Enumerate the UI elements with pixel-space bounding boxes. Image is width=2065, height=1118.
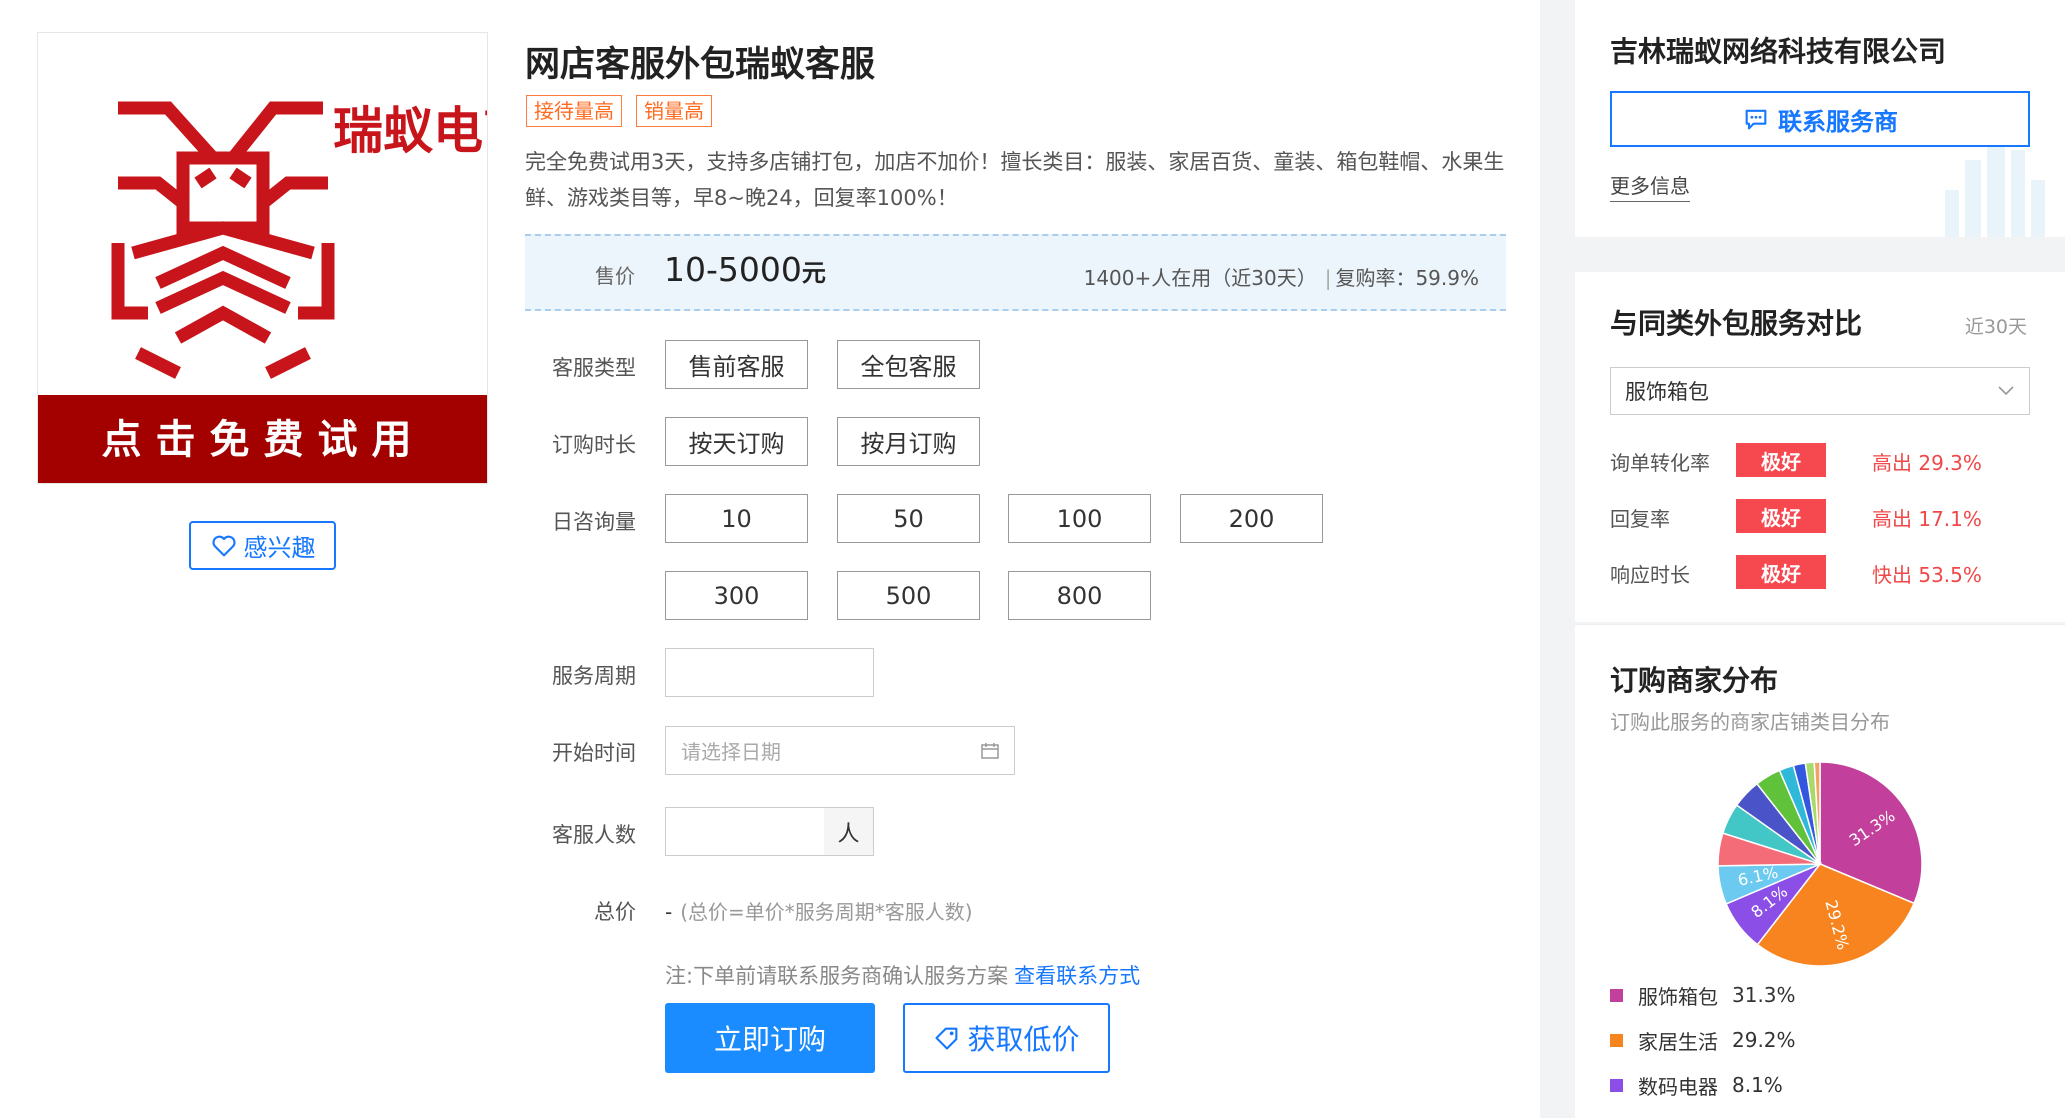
staff-count-label: 客服人数 xyxy=(552,823,636,847)
volume-option-10[interactable]: 10 xyxy=(665,494,808,543)
total-formula: (总价=单价*服务周期*客服人数) xyxy=(680,900,973,924)
more-info-link[interactable]: 更多信息 xyxy=(1610,170,1690,202)
option-by-day[interactable]: 按天订购 xyxy=(665,417,808,466)
tag-high-sales: 销量高 xyxy=(636,95,712,127)
contact-vendor-label: 联系服务商 xyxy=(1778,107,1898,136)
compare-row-reply-rate: 回复率 极好 高出 17.1% xyxy=(1610,499,2030,533)
legend-name: 数码电器 xyxy=(1638,1074,1718,1099)
repurchase-rate: 复购率：59.9% xyxy=(1335,266,1479,290)
rating-badge: 极好 xyxy=(1736,555,1826,589)
compare-panel: 与同类外包服务对比 近30天 服饰箱包 询单转化率 极好 高出 29.3% 回复… xyxy=(1575,272,2065,622)
logo-text-1: 瑞蚁电商 xyxy=(333,102,488,160)
contact-vendor-button[interactable]: 联系服务商 xyxy=(1610,91,2030,147)
product-card: 瑞蚁电商 点击免费试用 感兴趣 网店客服外包瑞蚁客服 接待量高 销量高 完全免费… xyxy=(0,0,1540,1118)
rating-badge: 极好 xyxy=(1736,499,1826,533)
total-value: - (总价=单价*服务周期*客服人数) xyxy=(665,900,973,924)
vendor-panel: 吉林瑞蚁网络科技有限公司 联系服务商 更多信息 xyxy=(1575,0,2065,237)
get-low-price-button[interactable]: 获取低价 xyxy=(903,1003,1110,1073)
calendar-icon xyxy=(981,743,999,759)
legend-swatch-0 xyxy=(1610,988,1623,1002)
legend-item: 家居生活 29.2% xyxy=(1610,1025,2030,1055)
legend-swatch-1 xyxy=(1610,1033,1623,1047)
category-select-value: 服饰箱包 xyxy=(1625,380,1709,404)
staff-count-input[interactable] xyxy=(665,807,825,856)
start-time-label: 开始时间 xyxy=(552,741,636,765)
service-type-label: 客服类型 xyxy=(552,356,636,380)
interest-button[interactable]: 感兴趣 xyxy=(189,521,336,570)
compare-row-label: 询单转化率 xyxy=(1610,451,1710,475)
order-note: 注:下单前请联系服务商确认服务方案 查看联系方式 xyxy=(665,964,1141,988)
compare-row-value: 高出 17.1% xyxy=(1872,507,1982,531)
compare-row-label: 响应时长 xyxy=(1610,563,1690,587)
category-select[interactable]: 服饰箱包 xyxy=(1610,367,2030,415)
product-tags: 接待量高 销量高 xyxy=(526,95,712,127)
product-logo[interactable]: 瑞蚁电商 点击免费试用 xyxy=(37,32,488,484)
price-bar: 售价 10-5000元 1400+人在用（近30天） | 复购率：59.9% xyxy=(525,234,1506,311)
legend-pct: 31.3% xyxy=(1732,983,1796,1007)
period-label: 服务周期 xyxy=(552,664,636,688)
legend-item: 服饰箱包 31.3% xyxy=(1610,980,2030,1010)
staff-unit: 人 xyxy=(824,807,874,856)
buy-now-button[interactable]: 立即订购 xyxy=(665,1003,875,1073)
legend-name: 服饰箱包 xyxy=(1638,984,1718,1009)
free-trial-banner[interactable]: 点击免费试用 xyxy=(38,395,487,483)
price-label: 售价 xyxy=(595,264,635,288)
compare-row-conversion: 询单转化率 极好 高出 29.3% xyxy=(1610,443,2030,477)
start-date-picker[interactable]: 请选择日期 xyxy=(665,726,1015,775)
legend-item: 数码电器 8.1% xyxy=(1610,1070,2030,1100)
legend-pct: 8.1% xyxy=(1732,1073,1783,1097)
volume-option-300[interactable]: 300 xyxy=(665,571,808,620)
period-input[interactable] xyxy=(665,648,874,697)
legend-swatch-2 xyxy=(1610,1078,1623,1092)
option-by-month[interactable]: 按月订购 xyxy=(837,417,980,466)
option-full-service[interactable]: 全包客服 xyxy=(837,340,980,389)
compare-period: 近30天 xyxy=(1964,316,2027,338)
compare-row-value: 高出 29.3% xyxy=(1872,451,1982,475)
rating-badge: 极好 xyxy=(1736,443,1826,477)
chevron-down-icon xyxy=(1998,386,2014,396)
legend-name: 家居生活 xyxy=(1638,1029,1718,1054)
total-label: 总价 xyxy=(594,900,636,924)
heart-icon xyxy=(211,535,236,556)
view-contact-link[interactable]: 查看联系方式 xyxy=(1014,964,1140,988)
legend-pct: 29.2% xyxy=(1732,1028,1796,1052)
product-title: 网店客服外包瑞蚁客服 xyxy=(525,45,876,85)
get-low-price-label: 获取低价 xyxy=(967,1023,1080,1056)
volume-option-100[interactable]: 100 xyxy=(1008,494,1151,543)
merchant-distribution-panel: 订购商家分布 订购此服务的商家店铺类目分布 31.3% 29.2% 8.1% 6.1%… xyxy=(1575,624,2065,1118)
option-presale[interactable]: 售前客服 xyxy=(665,340,808,389)
volume-option-500[interactable]: 500 xyxy=(837,571,980,620)
company-name: 吉林瑞蚁网络科技有限公司 xyxy=(1610,35,1947,68)
volume-option-50[interactable]: 50 xyxy=(837,494,980,543)
price-value: 10-5000元 xyxy=(664,250,826,289)
ant-logo-icon: 瑞蚁电商 xyxy=(111,101,488,379)
compare-row-response-time: 响应时长 极好 快出 53.5% xyxy=(1610,555,2030,589)
compare-row-label: 回复率 xyxy=(1610,507,1670,531)
distribution-subtitle: 订购此服务的商家店铺类目分布 xyxy=(1610,710,1890,734)
daily-volume-label: 日咨询量 xyxy=(552,510,636,534)
interest-label: 感兴趣 xyxy=(243,534,316,562)
distribution-title: 订购商家分布 xyxy=(1610,664,1779,697)
distribution-pie-chart: 31.3%29.2%8.1%6.1% xyxy=(1717,761,1923,967)
chat-icon xyxy=(1745,109,1767,130)
volume-option-200[interactable]: 200 xyxy=(1180,494,1323,543)
compare-title: 与同类外包服务对比 xyxy=(1610,307,1863,340)
compare-row-value: 快出 53.5% xyxy=(1872,563,1982,587)
start-date-placeholder: 请选择日期 xyxy=(681,740,781,764)
users-count: 1400+人在用（近30天） xyxy=(1083,266,1317,290)
price-stats: 1400+人在用（近30天） | 复购率：59.9% xyxy=(1083,266,1479,290)
tag-high-reception: 接待量高 xyxy=(526,95,622,127)
volume-option-800[interactable]: 800 xyxy=(1008,571,1151,620)
product-description: 完全免费试用3天，支持多店铺打包，加店不加价！擅长类目：服装、家居百货、童装、箱… xyxy=(525,150,1505,210)
price-tag-icon xyxy=(935,1027,958,1050)
duration-label: 订购时长 xyxy=(552,433,636,457)
